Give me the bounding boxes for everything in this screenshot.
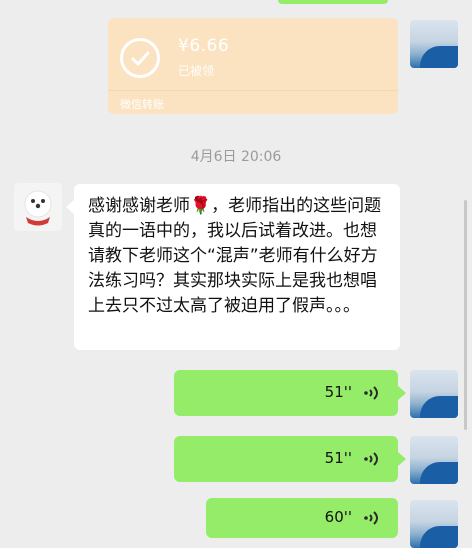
transfer-footer: 微信转账 (120, 98, 164, 111)
voice-wave-icon (360, 381, 382, 405)
previous-message-bubble[interactable] (278, 0, 388, 4)
transfer-status: 已被领 (178, 64, 215, 78)
avatar-self[interactable] (410, 370, 458, 418)
voice-message[interactable]: 51'' (174, 370, 406, 416)
message-timestamp: 4月6日 20:06 (190, 149, 282, 165)
voice-duration: 60'' (324, 508, 352, 526)
voice-message[interactable]: 51'' (174, 436, 406, 482)
voice-duration: 51'' (324, 383, 352, 401)
transfer-amount: ¥6.66 (178, 36, 230, 56)
avatar-self[interactable] (410, 436, 458, 484)
voice-wave-icon (360, 506, 382, 530)
voice-duration: 51'' (324, 449, 352, 467)
voice-wave-icon (360, 447, 382, 471)
message-bubble-received[interactable]: 感谢感谢老师🌹，老师指出的这些问题真的一语中的，我以后试着改进。也想请教下老师这… (66, 184, 400, 350)
voice-message[interactable]: 60'' (206, 498, 398, 538)
transfer-divider (108, 90, 398, 91)
transfer-card[interactable]: ¥6.66 已被领 微信转账 (108, 18, 398, 114)
avatar-self[interactable] (410, 20, 458, 68)
avatar-contact[interactable] (14, 183, 62, 231)
check-circle-icon (120, 38, 160, 78)
scrollbar[interactable] (464, 200, 467, 430)
avatar-self[interactable] (410, 500, 458, 548)
message-text: 感谢感谢老师🌹，老师指出的这些问题真的一语中的，我以后试着改进。也想请教下老师这… (88, 196, 382, 316)
